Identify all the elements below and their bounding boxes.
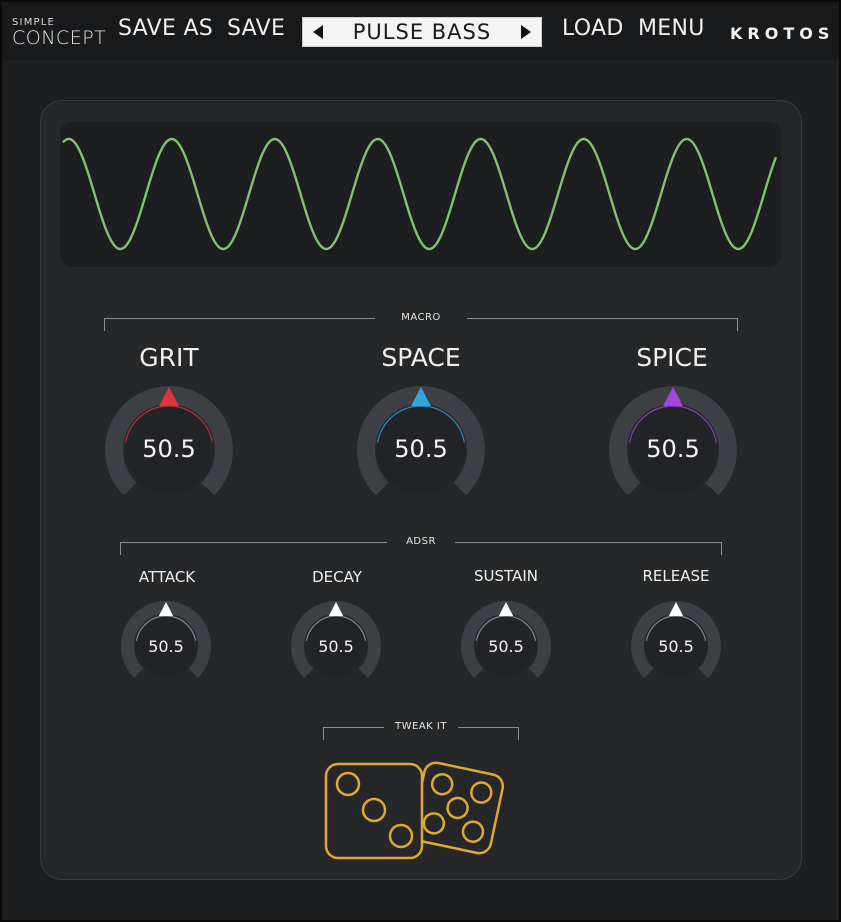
tweak-section-title: TWEAK IT [395,721,447,732]
spice-value: 50.5 [646,435,700,463]
randomize-dice-button[interactable] [320,748,530,872]
space-label: SPACE [381,343,461,372]
macro-section-header: MACRO [104,312,738,332]
space-knob[interactable]: 50.5 [356,385,486,496]
release-knob[interactable]: 50.5 [630,600,722,680]
spice-label: SPICE [636,343,708,372]
sustain-value: 50.5 [488,637,524,656]
grit-label: GRIT [139,343,199,372]
simple-concept-logo: SIMPLE CONCEPT [12,18,107,49]
preset-selector: PULSE BASS [302,17,542,47]
decay-knob[interactable]: 50.5 [290,600,382,680]
grit-knob[interactable]: 50.5 [104,385,234,496]
spice-knob[interactable]: 50.5 [608,385,738,496]
grit-value: 50.5 [142,435,196,463]
macro-section-title: MACRO [401,312,441,323]
sustain-label: SUSTAIN [474,567,538,585]
menu-button[interactable]: MENU [638,16,705,41]
adsr-section-header: ADSR [120,536,722,556]
krotos-brand: KROTOS [730,24,835,43]
logo-bottom-text: CONCEPT [12,27,107,49]
attack-value: 50.5 [148,637,184,656]
waveform-graph [62,137,778,251]
dice-icon [324,761,505,860]
preset-name[interactable]: PULSE BASS [333,20,511,44]
preset-prev-button[interactable] [303,18,333,46]
attack-knob[interactable]: 50.5 [120,600,212,680]
decay-label: DECAY [312,568,362,586]
sustain-knob[interactable]: 50.5 [460,600,552,680]
save-button[interactable]: SAVE [227,16,285,41]
attack-label: ATTACK [138,568,196,586]
release-value: 50.5 [658,637,694,656]
release-label: RELEASE [642,567,710,585]
triangle-right-icon [521,25,531,39]
top-bar: SIMPLE CONCEPT SAVE AS SAVE PULSE BASS L… [2,2,839,60]
waveform-display [60,122,781,267]
space-value: 50.5 [394,435,448,463]
triangle-left-icon [313,25,323,39]
preset-next-button[interactable] [511,18,541,46]
load-button[interactable]: LOAD [562,16,624,41]
adsr-section-title: ADSR [406,536,436,547]
decay-value: 50.5 [318,637,354,656]
waveform-line [62,137,778,251]
tweak-section-header: TWEAK IT [323,721,519,741]
save-as-button[interactable]: SAVE AS [118,16,213,41]
